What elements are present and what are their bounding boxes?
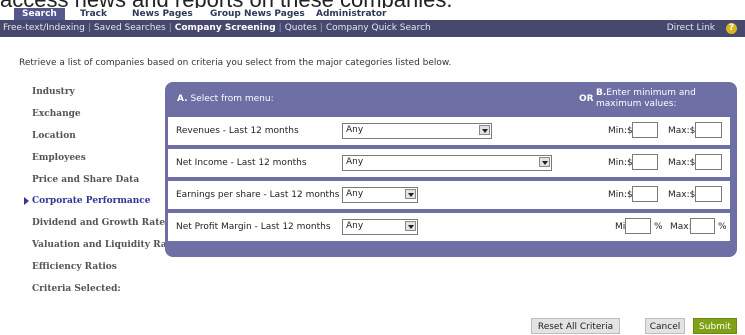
or-label: OR — [579, 94, 594, 104]
submit-button[interactable]: Submit — [693, 318, 737, 334]
net-profit-margin-max-input[interactable] — [690, 218, 715, 234]
chevron-down-icon[interactable] — [479, 125, 490, 135]
percent-label: % — [654, 222, 663, 232]
sidebar-item-industry[interactable]: Industry — [32, 87, 75, 97]
net-income-max-input[interactable] — [695, 154, 722, 170]
subnav-company-quick-search[interactable]: Company Quick Search — [326, 23, 431, 33]
sidebar-item-valuation-liquidity[interactable]: Valuation and Liquidity Ratios — [32, 240, 185, 250]
criteria-label: Net Profit Margin - Last 12 months — [176, 222, 331, 232]
sidebar-item-exchange[interactable]: Exchange — [32, 109, 81, 119]
min-label: Min:$ — [608, 126, 633, 136]
max-label: Max:$ — [668, 190, 696, 200]
eps-max-input[interactable] — [695, 186, 722, 202]
tab-search[interactable]: Search — [14, 8, 65, 20]
direct-link[interactable]: Direct Link — [667, 20, 715, 37]
net-profit-margin-select[interactable]: Any — [342, 219, 418, 235]
net-income-min-input[interactable] — [632, 154, 658, 170]
eps-min-input[interactable] — [632, 186, 658, 202]
revenues-min-input[interactable] — [632, 122, 658, 138]
tab-group-news-pages[interactable]: Group News Pages — [210, 8, 305, 20]
top-navigation: Search Track News Pages Group News Pages… — [0, 8, 745, 20]
net-profit-margin-min-input[interactable] — [625, 218, 651, 234]
reset-all-criteria-button[interactable]: Reset All Criteria — [531, 318, 620, 334]
sidebar-item-employees[interactable]: Employees — [32, 153, 86, 163]
page-description: Retrieve a list of companies based on cr… — [19, 58, 452, 68]
eps-select[interactable]: Any — [342, 187, 418, 203]
criteria-panel: A. Select from menu: OR B.Enter minimum … — [165, 82, 737, 257]
tab-news-pages[interactable]: News Pages — [132, 8, 193, 20]
subnav-saved-searches[interactable]: Saved Searches — [94, 23, 166, 33]
criteria-label: Net Income - Last 12 months — [176, 158, 307, 168]
chevron-down-icon[interactable] — [539, 157, 550, 167]
percent-label: % — [718, 222, 727, 232]
max-label: Max:$ — [668, 158, 696, 168]
revenues-select[interactable]: Any — [342, 123, 492, 139]
tab-administrator[interactable]: Administrator — [316, 8, 386, 20]
criteria-label: Revenues - Last 12 months — [176, 126, 299, 136]
criteria-row-eps: Earnings per share - Last 12 months Any … — [168, 181, 730, 209]
sidebar-item-label: Corporate Performance — [32, 196, 151, 206]
chevron-down-icon[interactable] — [405, 189, 416, 199]
max-label: Max: — [670, 222, 692, 232]
chevron-down-icon[interactable] — [405, 221, 416, 231]
sidebar-item-price-share-data[interactable]: Price and Share Data — [32, 175, 139, 185]
sidebar-item-location[interactable]: Location — [32, 131, 76, 141]
subnav-company-screening[interactable]: Company Screening — [175, 23, 276, 33]
max-label: Max:$ — [668, 126, 696, 136]
subnav-quotes[interactable]: Quotes — [285, 23, 317, 33]
criteria-row-revenues: Revenues - Last 12 months Any Min:$ Max:… — [168, 117, 730, 145]
section-a-heading: A. Select from menu: — [177, 94, 274, 104]
sidebar-item-dividend-growth[interactable]: Dividend and Growth Rates — [32, 218, 170, 228]
sub-navigation: Free-text/Indexing | Saved Searches | Compan… — [0, 20, 745, 37]
criteria-label: Earnings per share - Last 12 months — [176, 190, 340, 200]
criteria-row-net-profit-margin: Net Profit Margin - Last 12 months Any M… — [168, 213, 730, 241]
revenues-max-input[interactable] — [695, 122, 722, 138]
criteria-row-net-income: Net Income - Last 12 months Any Min:$ Ma… — [168, 149, 730, 177]
selected-arrow-icon — [24, 197, 29, 205]
min-label: Min:$ — [608, 158, 633, 168]
section-b-heading: B.Enter minimum and maximum values: — [596, 88, 696, 109]
cancel-button[interactable]: Cancel — [645, 318, 685, 334]
subnav-free-text-indexing[interactable]: Free-text/Indexing — [3, 23, 85, 33]
net-income-select[interactable]: Any — [342, 155, 552, 171]
sidebar-item-corporate-performance[interactable]: Corporate Performance — [24, 196, 151, 206]
min-label: Min:$ — [608, 190, 633, 200]
sidebar-item-efficiency-ratios[interactable]: Efficiency Ratios — [32, 262, 117, 272]
tab-track[interactable]: Track — [80, 8, 107, 20]
sidebar-item-criteria-selected[interactable]: Criteria Selected: — [32, 284, 121, 294]
help-icon[interactable]: ? — [726, 23, 737, 34]
